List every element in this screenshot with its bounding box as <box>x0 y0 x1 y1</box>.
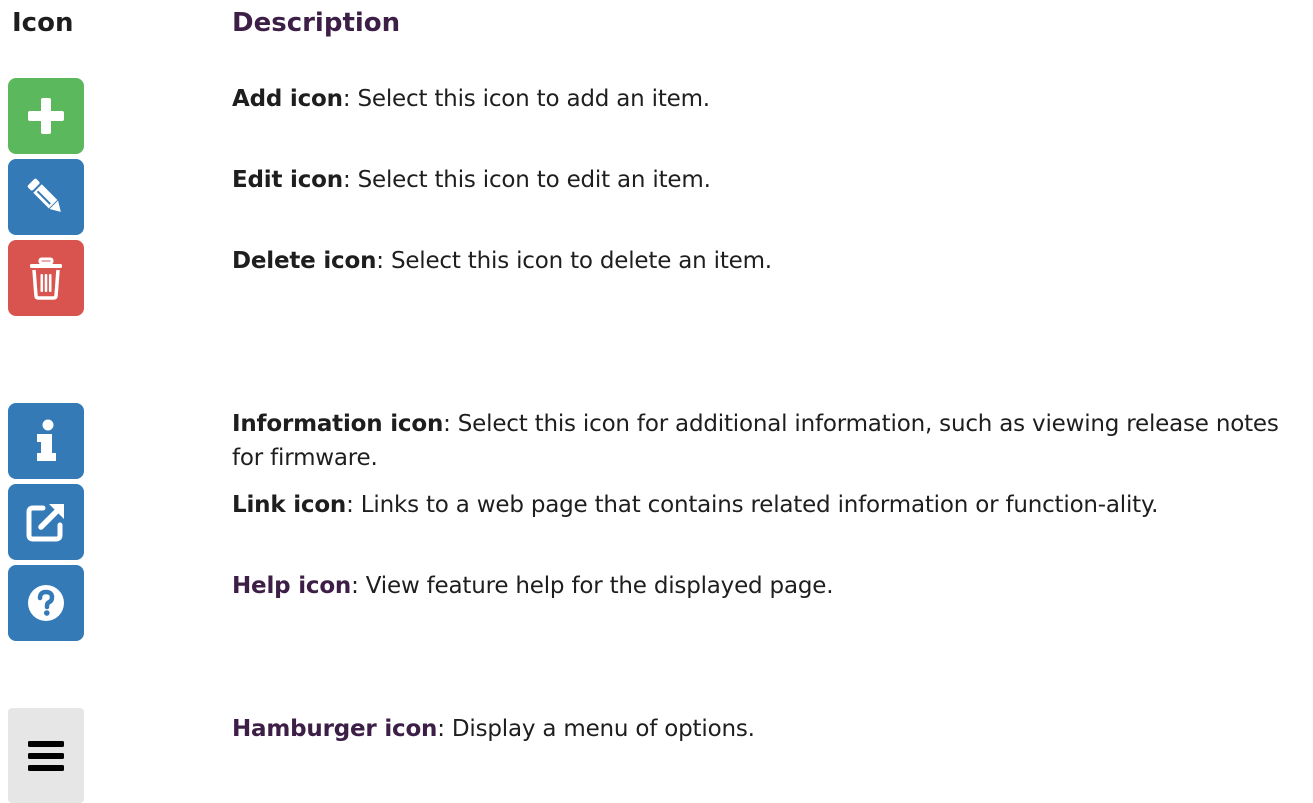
term-label: Link icon <box>232 492 347 518</box>
row-description: Add icon: Select this icon to add an ite… <box>232 82 1304 116</box>
row-description: Help icon: View feature help for the dis… <box>232 569 1304 603</box>
row-description: Information icon: Select this icon for a… <box>232 407 1304 475</box>
description-text: : View feature help for the displayed pa… <box>351 573 834 599</box>
row-description: Link icon: Links to a web page that cont… <box>232 488 1304 522</box>
pencil-icon <box>8 159 84 235</box>
term-label: Delete icon <box>232 248 377 274</box>
description-text: : Select this icon to delete an item. <box>376 248 772 274</box>
table-header: Icon Description <box>0 0 1313 56</box>
term-label: Add icon <box>232 86 343 112</box>
hamburger-icon <box>8 708 84 803</box>
trash-icon <box>8 240 84 316</box>
icon-column-header: Icon <box>12 8 74 38</box>
term-label: Hamburger icon <box>232 716 438 742</box>
description-text: : Links to a web page that contains rela… <box>346 492 1159 518</box>
description-text: : Display a menu of options. <box>437 716 755 742</box>
row-description: Delete icon: Select this icon to delete … <box>232 244 1304 278</box>
plus-icon <box>8 78 84 154</box>
description-text: : Select this icon to add an item. <box>342 86 710 112</box>
term-label: Help icon <box>232 573 352 599</box>
question-icon <box>8 565 84 641</box>
term-label: Edit icon <box>232 167 343 193</box>
description-text: : Select this icon to edit an item. <box>342 167 711 193</box>
external-link-icon <box>8 484 84 560</box>
row-description: Hamburger icon: Display a menu of option… <box>232 712 1304 746</box>
description-column-header: Description <box>232 8 401 38</box>
row-description: Edit icon: Select this icon to edit an i… <box>232 163 1304 197</box>
term-label: Information icon <box>232 411 444 437</box>
info-icon <box>8 403 84 479</box>
